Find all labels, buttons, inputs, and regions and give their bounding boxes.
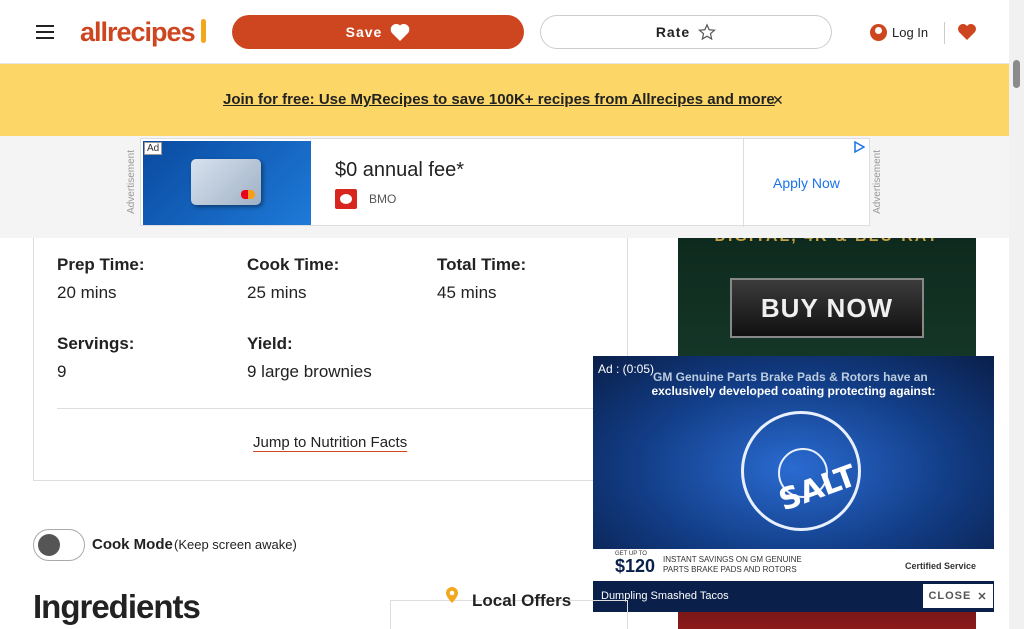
- ad-tag: Ad: [144, 142, 163, 155]
- yield: Yield: 9 large brownies: [247, 334, 372, 382]
- offer-text: INSTANT SAVINGS ON GM GENUINE PARTS BRAK…: [663, 555, 802, 574]
- servings: Servings: 9: [57, 334, 134, 382]
- prep-time-value: 20 mins: [57, 283, 117, 302]
- video-close-button[interactable]: CLOSE ✕: [923, 584, 993, 608]
- right-ad-headline: DIGITAL, 4K & BLU-RAY: [678, 238, 976, 246]
- servings-value: 9: [57, 362, 67, 381]
- cook-mode-toggle[interactable]: [33, 529, 85, 561]
- toggle-knob: [38, 534, 60, 556]
- cook-time-label: Cook Time:: [247, 255, 340, 274]
- credit-card-graphic: [191, 159, 261, 205]
- header-divider: [944, 22, 945, 44]
- prep-time: Prep Time: 20 mins: [57, 255, 145, 303]
- user-icon: [870, 23, 887, 41]
- saved-recipes-heart-icon[interactable]: [956, 20, 978, 44]
- login-link[interactable]: Log In: [870, 21, 928, 43]
- logo-spoon-icon: [201, 19, 206, 43]
- close-label: CLOSE: [928, 590, 972, 602]
- site-header: allrecipes Save Rate Log In: [0, 0, 1009, 64]
- total-time: Total Time: 45 mins: [437, 255, 526, 303]
- hamburger-menu-button[interactable]: [31, 18, 58, 45]
- login-label: Log In: [892, 24, 929, 40]
- video-player[interactable]: Ad : (0:05) GM Genuine Parts Brake Pads …: [593, 356, 994, 612]
- star-icon: [698, 23, 717, 41]
- bmo-logo-icon: [335, 189, 357, 209]
- menu-bar-icon: [35, 36, 54, 39]
- ad-divider: [743, 139, 744, 227]
- video-offer-bar: GET UP TO $120 INSTANT SAVINGS ON GM GEN…: [593, 549, 994, 581]
- save-button-label: Save: [345, 24, 383, 40]
- jump-to-nutrition-link[interactable]: Jump to Nutrition Facts: [253, 434, 407, 451]
- heart-icon: [391, 24, 410, 41]
- apply-now-button[interactable]: Apply Now: [773, 175, 840, 191]
- credit-card-image: [143, 141, 311, 225]
- cook-time: Cook Time: 25 mins: [247, 255, 339, 303]
- join-myrecipes-link[interactable]: Join for free: Use MyRecipes to save 100…: [223, 91, 775, 108]
- menu-bar-icon: [35, 24, 54, 27]
- logo-text: allrecipes: [80, 17, 196, 47]
- rate-button[interactable]: Rate: [540, 15, 832, 49]
- ad-headline: $0 annual fee*: [335, 159, 465, 181]
- servings-label: Servings:: [57, 334, 135, 353]
- buy-now-button[interactable]: BUY NOW: [730, 278, 924, 338]
- ad-side-label: Advertisement: [126, 150, 137, 214]
- video-ad-headline: GM Genuine Parts Brake Pads & Rotors hav…: [653, 370, 928, 384]
- offer-brands: Certified Service: [905, 561, 977, 571]
- page-scrollbar[interactable]: [1009, 0, 1024, 629]
- offer-price: $120: [615, 556, 656, 576]
- yield-value: 9 large brownies: [247, 362, 372, 381]
- cook-time-value: 25 mins: [247, 283, 307, 302]
- scrollbar-thumb[interactable]: [1013, 60, 1020, 88]
- video-ad-subheadline: exclusively developed coating protecting…: [651, 384, 936, 398]
- video-screen[interactable]: Ad : (0:05) GM Genuine Parts Brake Pads …: [593, 356, 994, 581]
- rate-button-label: Rate: [655, 24, 691, 40]
- location-pin-icon: [446, 587, 458, 603]
- close-icon: ✕: [977, 590, 988, 603]
- ad-brand: BMO: [369, 192, 397, 206]
- cook-mode-label: Cook Mode: [92, 536, 173, 553]
- ingredients-heading: Ingredients: [33, 588, 201, 625]
- top-ad-banner[interactable]: Ad $0 annual fee* BMO Apply Now: [140, 138, 870, 227]
- allrecipes-logo[interactable]: allrecipes: [80, 16, 208, 48]
- save-button[interactable]: Save: [232, 15, 524, 49]
- cook-mode-hint: (Keep screen awake): [174, 537, 297, 552]
- yield-label: Yield:: [247, 334, 293, 353]
- adchoices-icon[interactable]: [853, 141, 865, 153]
- details-divider: [57, 408, 628, 409]
- total-time-label: Total Time:: [437, 255, 527, 274]
- promo-close-icon[interactable]: ✕: [772, 92, 786, 108]
- menu-bar-icon: [35, 30, 54, 33]
- prep-time-label: Prep Time:: [57, 255, 145, 274]
- total-time-value: 45 mins: [437, 283, 497, 302]
- ad-side-label: Advertisement: [872, 150, 883, 214]
- video-ad-countdown: Ad : (0:05): [598, 362, 655, 376]
- local-offers-label: Local Offers: [472, 591, 572, 610]
